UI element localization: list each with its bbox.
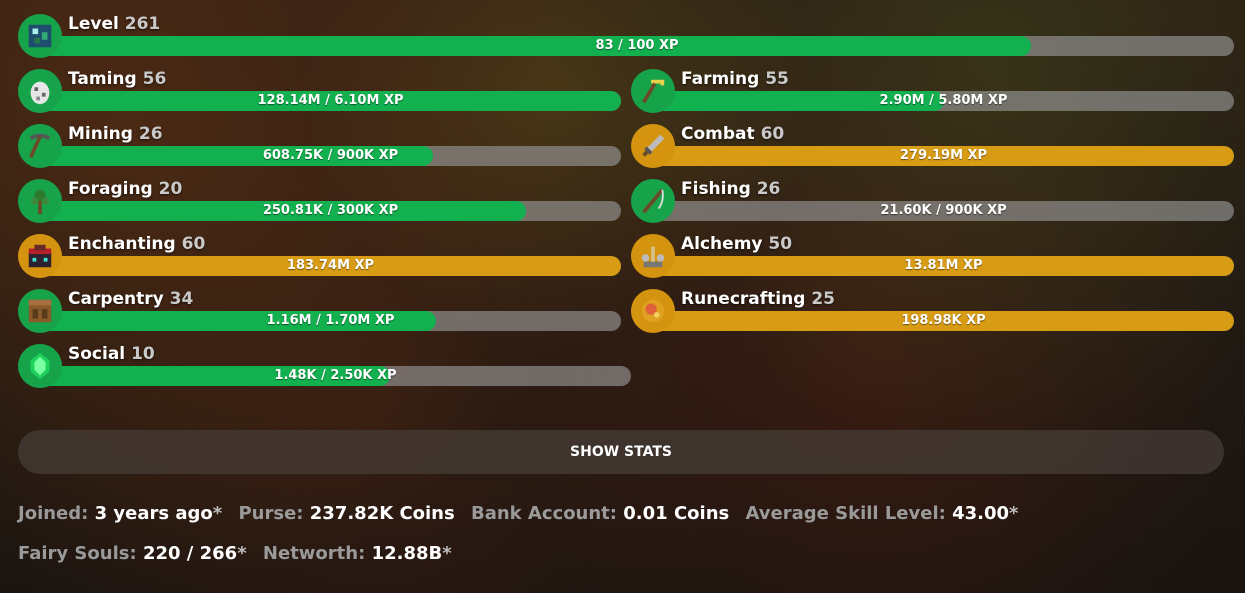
fishing-rod-icon	[631, 179, 675, 223]
skill-fishing: 21.60K / 900K XP Fishing 26	[631, 179, 1234, 227]
skill-name: Runecrafting 25	[681, 289, 835, 309]
avg-skill-value: 43.00	[952, 503, 1010, 524]
emerald-icon	[18, 344, 62, 388]
mining-progress-bar: 608.75K / 900K XP	[40, 146, 621, 166]
sword-icon	[631, 124, 675, 168]
player-head-icon	[18, 14, 62, 58]
skill-alchemy: 13.81M XP Alchemy 50	[631, 234, 1234, 282]
skill-name: Level 261	[68, 14, 161, 34]
skill-level: 83 / 100 XP Level 261	[18, 14, 1234, 62]
runecrafting-progress-bar: 198.98K XP	[653, 311, 1234, 331]
xp-text: 279.19M XP	[899, 148, 988, 163]
skill-combat: 279.19M XP Combat 60	[631, 124, 1234, 172]
xp-text: 21.60K / 900K XP	[880, 203, 1007, 218]
xp-text: 83 / 100 XP	[595, 38, 679, 53]
skill-name: Fishing 26	[681, 179, 781, 199]
farming-progress-bar: 2.90M / 5.80M XP	[653, 91, 1234, 111]
spawn-egg-icon	[18, 69, 62, 113]
joined-asterisk[interactable]: *	[213, 503, 222, 524]
skill-foraging: 250.81K / 300K XP Foraging 20	[18, 179, 621, 227]
social-progress-bar: 1.48K / 2.50K XP	[40, 366, 631, 386]
xp-text: 198.98K XP	[901, 313, 986, 328]
networth-label: Networth:	[262, 543, 366, 564]
skill-name: Carpentry 34	[68, 289, 194, 309]
sapling-icon	[18, 179, 62, 223]
magma-cream-icon	[631, 289, 675, 333]
hoe-icon	[631, 69, 675, 113]
taming-progress-bar: 128.14M / 6.10M XP	[40, 91, 621, 111]
profile-info-row-2: Fairy Souls: 220 / 266* Networth: 12.88B…	[18, 543, 452, 564]
skill-name: Mining 26	[68, 124, 163, 144]
skill-name: Taming 56	[68, 69, 167, 89]
xp-text: 128.14M / 6.10M XP	[257, 93, 404, 108]
networth-value: 12.88B	[371, 543, 443, 564]
level-progress-bar: 83 / 100 XP	[40, 36, 1234, 56]
skill-enchanting: 183.74M XP Enchanting 60	[18, 234, 621, 282]
skill-name: Enchanting 60	[68, 234, 206, 254]
purse-label: Purse:	[238, 503, 304, 524]
bank-value: 0.01 Coins	[623, 503, 730, 524]
pickaxe-icon	[18, 124, 62, 168]
enchanting-table-icon	[18, 234, 62, 278]
xp-text: 183.74M XP	[286, 258, 375, 273]
enchanting-progress-bar: 183.74M XP	[40, 256, 621, 276]
fairy-souls-asterisk[interactable]: *	[237, 543, 246, 564]
networth-asterisk[interactable]: *	[442, 543, 451, 564]
xp-text: 250.81K / 300K XP	[262, 203, 399, 218]
purse-value: 237.82K Coins	[309, 503, 455, 524]
show-stats-button[interactable]: SHOW STATS	[18, 430, 1224, 474]
fairy-souls-value: 220 / 266	[142, 543, 238, 564]
foraging-progress-bar: 250.81K / 300K XP	[40, 201, 621, 221]
skill-carpentry: 1.16M / 1.70M XP Carpentry 34	[18, 289, 621, 337]
combat-progress-bar: 279.19M XP	[653, 146, 1234, 166]
profile-info-row-1: Joined: 3 years ago* Purse: 237.82K Coin…	[18, 503, 1018, 524]
brewing-stand-icon	[631, 234, 675, 278]
joined-value: 3 years ago	[94, 503, 213, 524]
skill-name: Foraging 20	[68, 179, 183, 199]
xp-text: 13.81M XP	[904, 258, 983, 273]
avg-skill-asterisk[interactable]: *	[1009, 503, 1018, 524]
alchemy-progress-bar: 13.81M XP	[653, 256, 1234, 276]
xp-text: 1.16M / 1.70M XP	[266, 313, 395, 328]
fishing-progress-bar: 21.60K / 900K XP	[653, 201, 1234, 221]
skill-name: Combat 60	[681, 124, 785, 144]
skill-social: 1.48K / 2.50K XP Social 10	[18, 344, 631, 392]
fairy-souls-label: Fairy Souls:	[18, 543, 137, 564]
skill-mining: 608.75K / 900K XP Mining 26	[18, 124, 621, 172]
skill-name: Social 10	[68, 344, 155, 364]
xp-text: 1.48K / 2.50K XP	[274, 368, 397, 383]
skill-name: Farming 55	[681, 69, 789, 89]
joined-label: Joined:	[18, 503, 89, 524]
bank-label: Bank Account:	[471, 503, 617, 524]
skill-runecrafting: 198.98K XP Runecrafting 25	[631, 289, 1234, 337]
skill-farming: 2.90M / 5.80M XP Farming 55	[631, 69, 1234, 117]
skill-taming: 128.14M / 6.10M XP Taming 56	[18, 69, 621, 117]
avg-skill-label: Average Skill Level:	[745, 503, 946, 524]
skill-name: Alchemy 50	[681, 234, 793, 254]
xp-text: 608.75K / 900K XP	[262, 148, 399, 163]
xp-text: 2.90M / 5.80M XP	[879, 93, 1008, 108]
crafting-table-icon	[18, 289, 62, 333]
carpentry-progress-bar: 1.16M / 1.70M XP	[40, 311, 621, 331]
